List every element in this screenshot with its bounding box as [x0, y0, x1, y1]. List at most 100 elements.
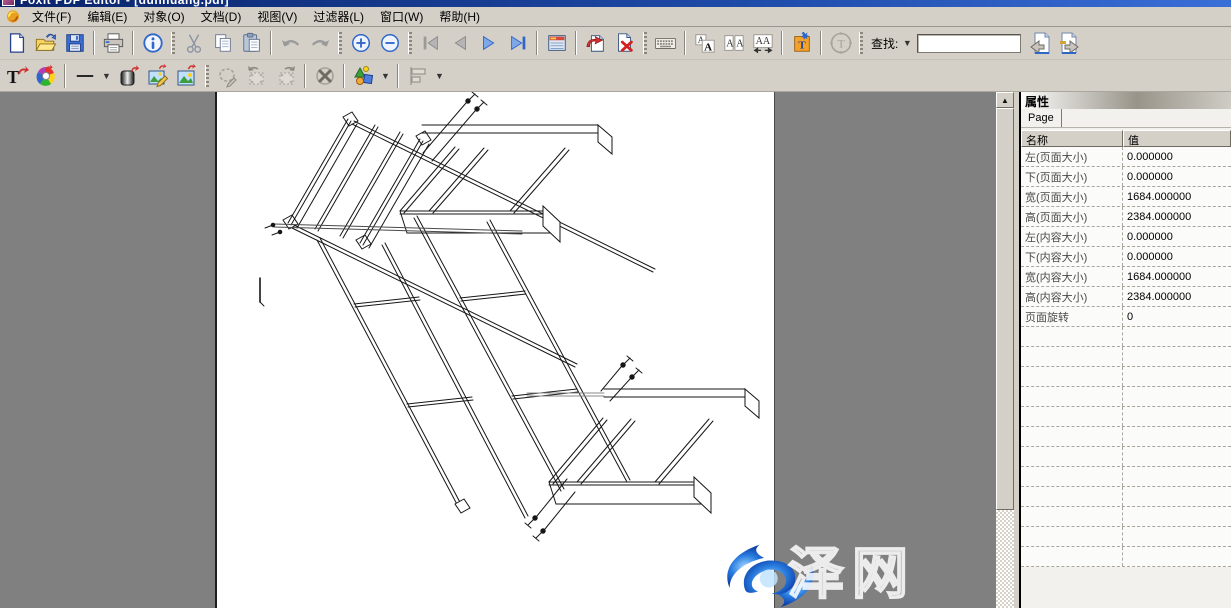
prop-name — [1021, 507, 1123, 526]
table-row[interactable]: 页面旋转0 — [1021, 307, 1231, 327]
cut-button[interactable] — [179, 30, 208, 57]
table-row[interactable]: 宽(页面大小)1684.000000 — [1021, 187, 1231, 207]
svg-text:A: A — [704, 41, 712, 53]
document-menu-icon[interactable] — [5, 9, 21, 24]
prop-name: 左(页面大小) — [1021, 147, 1123, 166]
prop-name — [1021, 467, 1123, 486]
new-button[interactable] — [2, 30, 31, 57]
table-row[interactable] — [1021, 387, 1231, 407]
line-style-caret[interactable]: ▼ — [99, 62, 114, 89]
menu-file[interactable]: 文件(F) — [24, 6, 79, 27]
table-row[interactable]: 左(内容大小)0.000000 — [1021, 227, 1231, 247]
next-page-button[interactable] — [474, 30, 503, 57]
paste-button[interactable] — [237, 30, 266, 57]
prop-value: 0.000000 — [1123, 171, 1231, 183]
menu-help[interactable]: 帮助(H) — [431, 6, 488, 27]
table-row[interactable] — [1021, 427, 1231, 447]
print-button[interactable] — [99, 30, 128, 57]
delete-page-button[interactable] — [610, 30, 639, 57]
document-info-button[interactable] — [138, 30, 167, 57]
props-table-header: 名称 值 — [1021, 130, 1231, 147]
prop-value: 0.000000 — [1123, 251, 1231, 263]
table-row[interactable]: 下(页面大小)0.000000 — [1021, 167, 1231, 187]
menu-edit[interactable]: 编辑(E) — [79, 6, 135, 27]
shapes-button[interactable] — [349, 62, 378, 89]
insert-text-tool-button[interactable]: T — [2, 62, 31, 89]
add-text-button[interactable]: T — [787, 30, 816, 57]
menu-view[interactable]: 视图(V) — [249, 6, 305, 27]
page-setup-button[interactable] — [542, 30, 571, 57]
delete-selection-button[interactable] — [310, 62, 339, 89]
arrow-up-icon: ▲ — [1001, 96, 1009, 105]
edit-image-button[interactable] — [143, 62, 172, 89]
table-row[interactable] — [1021, 347, 1231, 367]
table-row[interactable]: 左(页面大小)0.000000 — [1021, 147, 1231, 167]
letter-spacing-button[interactable]: AA — [719, 30, 748, 57]
table-row[interactable]: 高(内容大小)2384.000000 — [1021, 287, 1231, 307]
table-row[interactable] — [1021, 327, 1231, 347]
find-input[interactable] — [917, 34, 1021, 53]
prop-name — [1021, 367, 1123, 386]
menu-object[interactable]: 对象(O) — [135, 6, 192, 27]
insert-page-button[interactable] — [581, 30, 610, 57]
copy-button[interactable] — [208, 30, 237, 57]
zoom-in-button[interactable] — [346, 30, 375, 57]
table-row[interactable]: 下(内容大小)0.000000 — [1021, 247, 1231, 267]
rotate-right-button[interactable] — [271, 62, 300, 89]
vertical-scrollbar[interactable]: ▲ — [996, 92, 1014, 608]
first-page-button[interactable] — [416, 30, 445, 57]
menu-window[interactable]: 窗口(W) — [372, 6, 431, 27]
find-dropdown-caret[interactable]: ▼ — [901, 38, 913, 48]
rotate-left-icon — [245, 64, 269, 88]
prop-name — [1021, 527, 1123, 546]
table-row[interactable] — [1021, 367, 1231, 387]
tab-page[interactable]: Page — [1021, 109, 1062, 127]
cut-icon — [183, 32, 205, 54]
table-row[interactable] — [1021, 507, 1231, 527]
prop-value: 1684.000000 — [1123, 271, 1231, 283]
rotate-left-button[interactable] — [242, 62, 271, 89]
menu-document[interactable]: 文档(D) — [193, 6, 250, 27]
menu-filter[interactable]: 过滤器(L) — [305, 6, 372, 27]
shapes-caret[interactable]: ▼ — [378, 62, 393, 89]
scroll-up-button[interactable]: ▲ — [996, 92, 1014, 108]
column-header-value[interactable]: 值 — [1123, 130, 1231, 147]
undo-button[interactable] — [276, 30, 305, 57]
table-row[interactable]: 宽(内容大小)1684.000000 — [1021, 267, 1231, 287]
fill-gradient-button[interactable] — [114, 62, 143, 89]
next-page-icon — [478, 32, 500, 54]
table-row[interactable] — [1021, 467, 1231, 487]
table-row[interactable]: 高(页面大小)2384.000000 — [1021, 207, 1231, 227]
font-button[interactable]: AA — [690, 30, 719, 57]
table-row[interactable] — [1021, 527, 1231, 547]
window-title: Foxit PDF Editor - [dunhuang.pdf] — [20, 0, 229, 7]
find-prev-button[interactable] — [1025, 30, 1054, 57]
color-wheel-button[interactable] — [31, 62, 60, 89]
cad-drawing — [217, 92, 775, 608]
line-style-button[interactable] — [70, 62, 99, 89]
align-button[interactable] — [403, 62, 432, 89]
lasso-edit-button[interactable] — [213, 62, 242, 89]
panel-title: 属性 — [1021, 92, 1231, 109]
find-next-button[interactable] — [1054, 30, 1083, 57]
prop-value: 0.000000 — [1123, 231, 1231, 243]
column-header-name[interactable]: 名称 — [1021, 130, 1123, 147]
align-caret[interactable]: ▼ — [432, 62, 447, 89]
table-row[interactable] — [1021, 487, 1231, 507]
save-button[interactable] — [60, 30, 89, 57]
previous-page-button[interactable] — [445, 30, 474, 57]
table-row[interactable] — [1021, 407, 1231, 427]
insert-image-button[interactable] — [172, 62, 201, 89]
open-button[interactable] — [31, 30, 60, 57]
last-page-button[interactable] — [503, 30, 532, 57]
zoom-out-button[interactable] — [375, 30, 404, 57]
scrollbar-thumb[interactable] — [996, 108, 1014, 510]
keyboard-button[interactable] — [651, 30, 680, 57]
character-width-button[interactable]: AA — [748, 30, 777, 57]
prop-name — [1021, 427, 1123, 446]
pdf-page[interactable] — [215, 92, 775, 608]
text-circle-button[interactable]: T — [826, 30, 855, 57]
table-row[interactable] — [1021, 547, 1231, 567]
table-row[interactable] — [1021, 447, 1231, 467]
redo-button[interactable] — [305, 30, 334, 57]
